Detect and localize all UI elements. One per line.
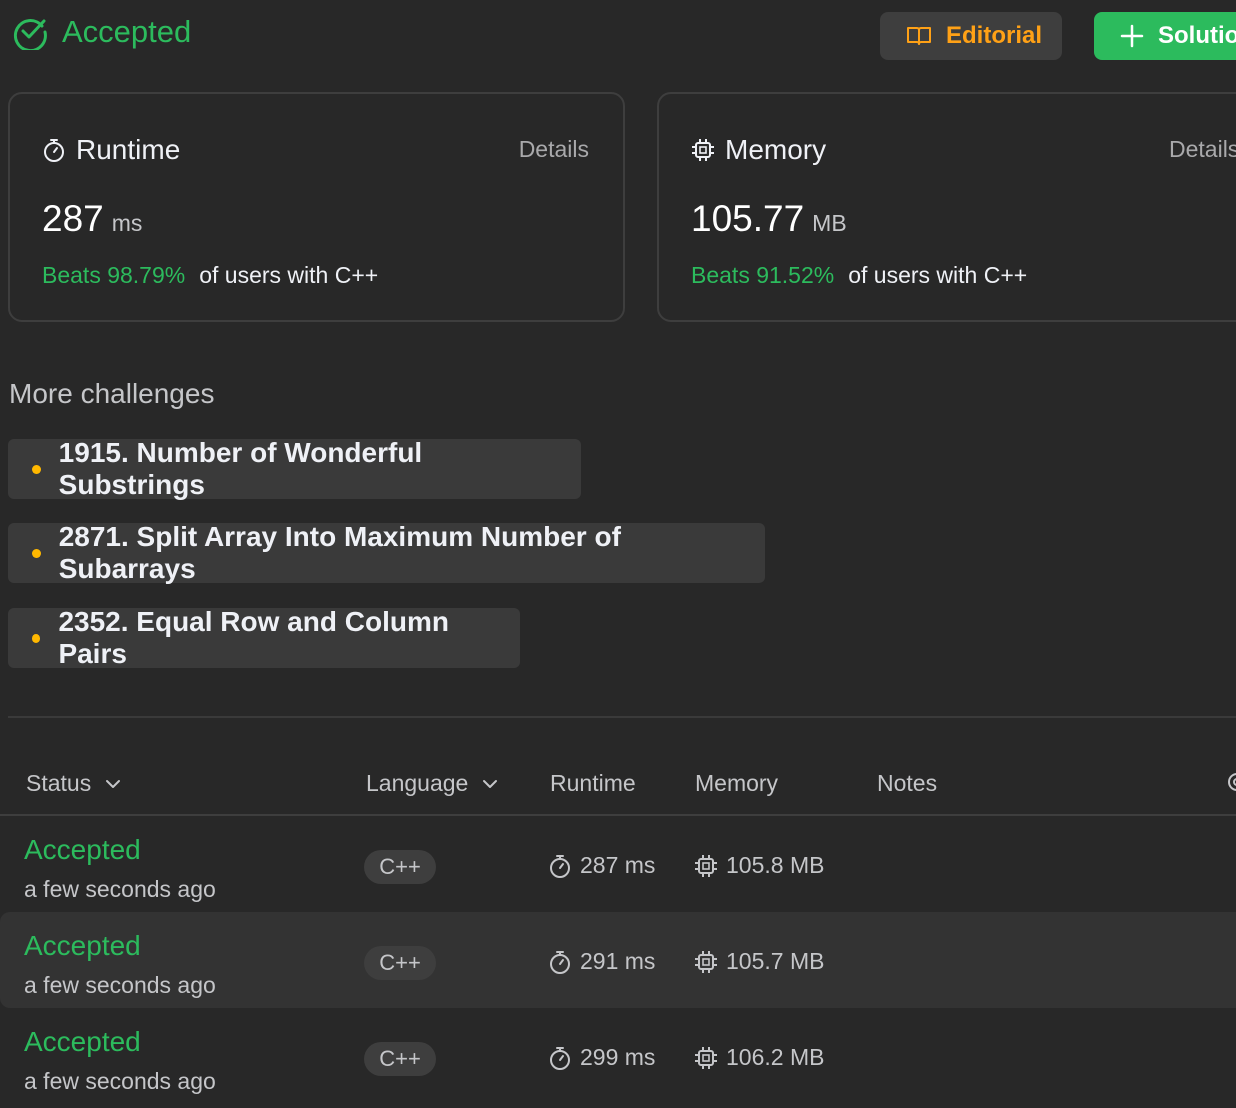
stopwatch-icon	[548, 853, 572, 879]
chip-icon	[694, 1046, 718, 1070]
chevron-down-icon	[105, 779, 121, 789]
challenge-link[interactable]: 2352. Equal Row and Column Pairs	[8, 606, 520, 669]
memory-card: Memory Details 105.77 MB Beats 91.52% of u…	[657, 92, 1236, 322]
challenge-label: 2352. Equal Row and Column Pairs	[58, 606, 449, 669]
language-header-label: Language	[366, 770, 469, 796]
table-row[interactable]: Accepted a few seconds ago C++ 299 ms 10…	[0, 1008, 1236, 1104]
runtime-number: 287	[42, 198, 104, 239]
row-status[interactable]: Accepted	[24, 1026, 141, 1058]
difficulty-dot	[32, 464, 41, 474]
row-runtime-value: 291 ms	[580, 948, 656, 974]
row-time: a few seconds ago	[24, 972, 216, 998]
row-memory-value: 105.8 MB	[726, 852, 825, 878]
chip-icon	[694, 854, 718, 878]
chevron-down-icon	[482, 779, 498, 789]
difficulty-dot	[32, 548, 41, 558]
book-icon	[906, 25, 932, 47]
runtime-card: Runtime Details 287 ms Beats 98.79% of use…	[8, 92, 625, 322]
row-runtime-value: 287 ms	[580, 852, 656, 878]
memory-beats-suffix: of users with C++	[848, 262, 1028, 288]
chip-icon	[694, 950, 718, 974]
stopwatch-icon	[548, 949, 572, 975]
language-badge: C++	[364, 850, 436, 884]
difficulty-dot	[32, 633, 41, 643]
challenge-label: 2871. Split Array Into Maximum Number of…	[58, 521, 621, 584]
row-memory: 106.2 MB	[694, 1044, 824, 1071]
plus-icon	[1120, 24, 1144, 48]
memory-card-header: Memory	[691, 134, 826, 166]
row-time: a few seconds ago	[24, 1068, 216, 1094]
row-runtime: 299 ms	[548, 1044, 655, 1071]
row-runtime: 291 ms	[548, 948, 655, 975]
runtime-beats-suffix: of users with C++	[199, 262, 379, 288]
status-header-label: Status	[26, 770, 92, 796]
memory-title: Memory	[725, 134, 827, 165]
runtime-card-header: Runtime	[42, 134, 180, 166]
status-column-header[interactable]: Status	[26, 770, 121, 797]
submission-status-header: Accepted	[12, 14, 191, 50]
memory-unit: MB	[812, 210, 847, 236]
memory-details-link[interactable]: Details	[1169, 136, 1236, 163]
row-runtime: 287 ms	[548, 852, 655, 879]
table-row[interactable]: Accepted a few seconds ago C++ 287 ms 10…	[0, 816, 1236, 912]
row-memory-value: 106.2 MB	[726, 1044, 825, 1070]
language-column-header[interactable]: Language	[366, 770, 498, 797]
chip-icon	[691, 138, 715, 162]
table-row[interactable]: Accepted a few seconds ago C++ 291 ms 10…	[0, 912, 1236, 1008]
gear-icon[interactable]	[1226, 771, 1236, 793]
runtime-column-header: Runtime	[550, 770, 636, 797]
row-status[interactable]: Accepted	[24, 834, 141, 866]
language-badge: C++	[364, 946, 436, 980]
status-title: Accepted	[62, 14, 192, 49]
solution-label: Solutio	[1158, 22, 1236, 49]
row-runtime-value: 299 ms	[580, 1044, 656, 1070]
memory-value: 105.77 MB	[691, 198, 847, 240]
runtime-details-link[interactable]: Details	[519, 136, 589, 163]
runtime-header-label: Runtime	[550, 770, 636, 796]
memory-beats-percent: Beats 91.52%	[691, 262, 835, 288]
solution-button[interactable]: Solutio	[1094, 12, 1236, 60]
memory-column-header: Memory	[695, 770, 778, 797]
section-divider	[8, 716, 1236, 718]
memory-beats: Beats 91.52% of users with C++	[691, 262, 1027, 289]
runtime-unit: ms	[111, 210, 143, 236]
runtime-beats: Beats 98.79% of users with C++	[42, 262, 378, 289]
row-memory: 105.8 MB	[694, 852, 824, 879]
editorial-button[interactable]: Editorial	[880, 12, 1062, 60]
more-challenges-title: More challenges	[9, 378, 215, 409]
stopwatch-icon	[42, 137, 66, 163]
challenge-link[interactable]: 1915. Number of Wonderful Substrings	[8, 437, 581, 500]
runtime-beats-percent: Beats 98.79%	[42, 262, 186, 288]
memory-header-label: Memory	[695, 770, 779, 796]
memory-number: 105.77	[691, 198, 805, 239]
check-circle-icon	[12, 14, 48, 50]
challenge-link[interactable]: 2871. Split Array Into Maximum Number of…	[8, 521, 765, 584]
notes-header-label: Notes	[877, 770, 938, 796]
runtime-value: 287 ms	[42, 198, 142, 240]
notes-column-header: Notes	[877, 770, 937, 797]
stopwatch-icon	[548, 1045, 572, 1071]
editorial-label: Editorial	[946, 22, 1043, 49]
row-memory: 105.7 MB	[694, 948, 824, 975]
language-badge: C++	[364, 1042, 436, 1076]
runtime-title: Runtime	[76, 134, 181, 165]
row-memory-value: 105.7 MB	[726, 948, 825, 974]
row-time: a few seconds ago	[24, 876, 216, 902]
challenge-label: 1915. Number of Wonderful Substrings	[58, 437, 423, 500]
row-status[interactable]: Accepted	[24, 930, 141, 962]
